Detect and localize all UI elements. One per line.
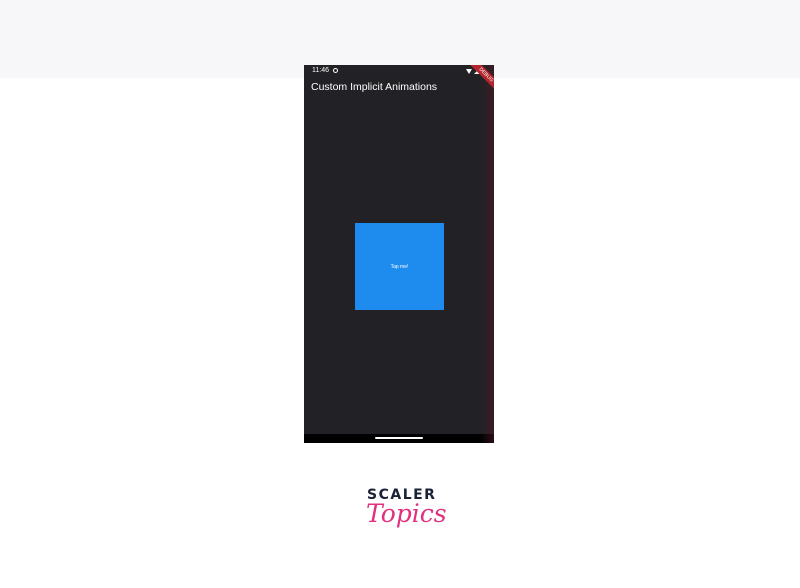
app-bar: Custom Implicit Animations	[304, 77, 494, 101]
status-time: 11:46	[312, 67, 329, 74]
logo-topics-text: Topics	[366, 499, 447, 528]
phone-screen: 11:46 DEBUG Custom Implicit Animations T…	[304, 65, 494, 443]
tap-me-label: Tap me!	[390, 263, 409, 270]
status-bar: 11:46	[304, 65, 494, 77]
wifi-icon	[466, 68, 472, 74]
app-notification-icon	[333, 68, 338, 73]
app-title: Custom Implicit Animations	[311, 81, 438, 93]
scaler-topics-logo: SCALER Topics	[362, 485, 447, 547]
navigation-bar	[304, 434, 494, 443]
home-indicator[interactable]	[375, 437, 423, 439]
tap-me-box[interactable]: Tap me!	[355, 223, 444, 310]
